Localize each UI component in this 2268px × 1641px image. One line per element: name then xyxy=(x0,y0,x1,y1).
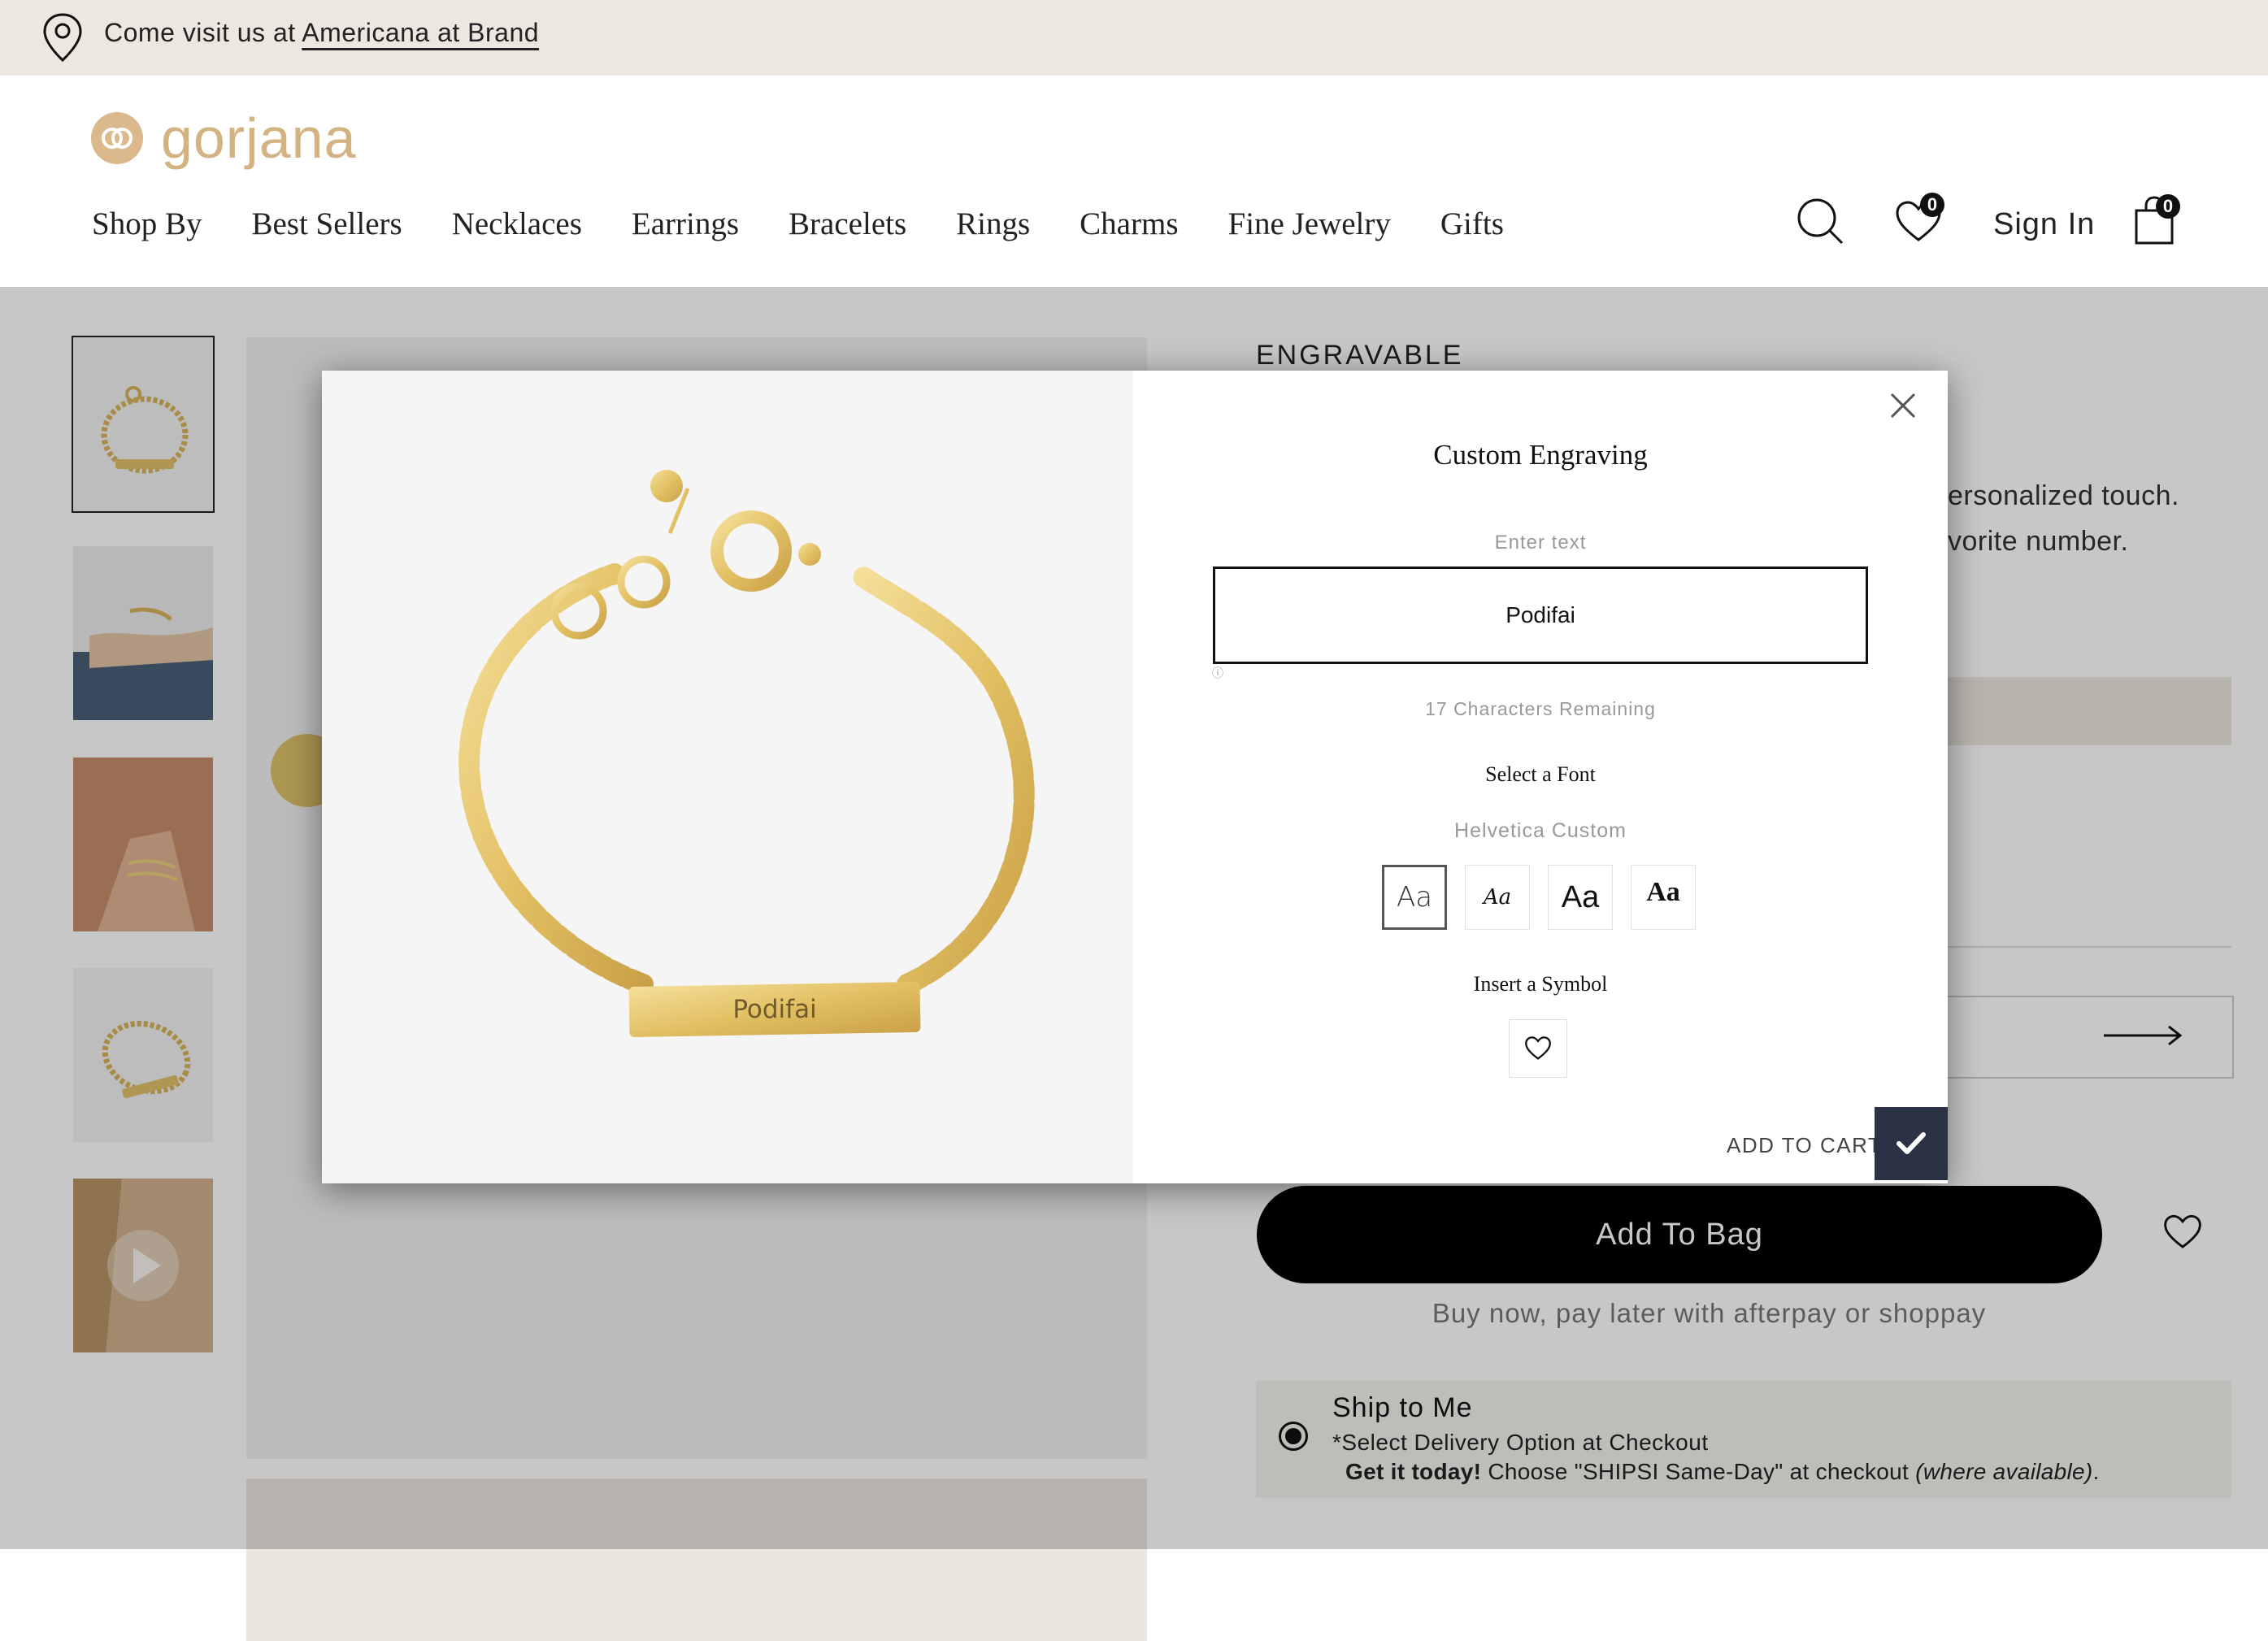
main-nav: Shop By Best Sellers Necklaces Earrings … xyxy=(92,206,1553,242)
nav-charms[interactable]: Charms xyxy=(1080,206,1178,242)
nav-best-sellers[interactable]: Best Sellers xyxy=(251,206,402,242)
font-option-script[interactable]: Aa xyxy=(1465,865,1530,930)
engraving-text-input[interactable] xyxy=(1213,567,1868,664)
announcement-bar: Come visit us at Americana at Brand xyxy=(0,0,2268,76)
gorjana-logo[interactable]: gorjana xyxy=(91,110,357,167)
logo-wordmark: gorjana xyxy=(161,106,357,170)
location-pin-icon xyxy=(41,11,85,67)
enter-text-label: Enter text xyxy=(1494,532,1587,554)
search-icon[interactable] xyxy=(1797,198,1845,250)
store-visit-text: Come visit us at Americana at Brand xyxy=(104,18,539,48)
store-location-link[interactable]: Americana at Brand xyxy=(302,18,539,47)
insert-symbol-label: Insert a Symbol xyxy=(1473,972,1608,996)
nav-fine-jewelry[interactable]: Fine Jewelry xyxy=(1228,206,1391,242)
font-option-serif[interactable]: Aa xyxy=(1631,865,1696,930)
close-icon[interactable] xyxy=(1889,392,1917,423)
wishlist-count-badge: 0 xyxy=(1920,193,1944,217)
engraving-preview: Podifai xyxy=(322,371,1133,1183)
store-visit-prefix: Come visit us at xyxy=(104,18,302,47)
nav-shop-by[interactable]: Shop By xyxy=(92,206,202,242)
cart-count-badge: 0 xyxy=(2156,194,2180,219)
nav-earrings[interactable]: Earrings xyxy=(632,206,739,242)
bar-engraving-text: Podifai xyxy=(732,995,817,1024)
sign-in-link[interactable]: Sign In xyxy=(1993,207,2095,242)
selected-font-name: Helvetica Custom xyxy=(1454,819,1627,842)
nav-bracelets[interactable]: Bracelets xyxy=(789,206,906,242)
characters-remaining: 17 Characters Remaining xyxy=(1425,698,1656,719)
heart-icon xyxy=(1525,1036,1551,1060)
font-option-helvetica[interactable]: Aa xyxy=(1382,865,1447,930)
cart-button[interactable]: 0 xyxy=(2131,194,2180,250)
modal-title: Custom Engraving xyxy=(1433,439,1648,471)
nav-rings[interactable]: Rings xyxy=(956,206,1030,242)
nav-gifts[interactable]: Gifts xyxy=(1440,206,1504,242)
confirm-engraving-button[interactable] xyxy=(1875,1107,1948,1180)
custom-engraving-modal: Podifai Custom Engraving Enter text ⓘ 17… xyxy=(322,371,1948,1183)
add-to-cart-label[interactable]: ADD TO CART xyxy=(1727,1133,1882,1158)
logo-mark-icon xyxy=(91,112,143,164)
font-option-sans[interactable]: Aa xyxy=(1548,865,1613,930)
nav-necklaces[interactable]: Necklaces xyxy=(452,206,582,242)
site-header: gorjana Shop By Best Sellers Necklaces E… xyxy=(0,76,2268,287)
wishlist-button[interactable]: 0 xyxy=(1894,193,1944,249)
select-font-label: Select a Font xyxy=(1485,762,1596,786)
heart-symbol-button[interactable] xyxy=(1509,1019,1567,1078)
info-icon[interactable]: ⓘ xyxy=(1212,665,1223,681)
engraving-form: Custom Engraving Enter text ⓘ 17 Charact… xyxy=(1133,371,1948,1183)
checkmark-icon xyxy=(1897,1132,1926,1154)
